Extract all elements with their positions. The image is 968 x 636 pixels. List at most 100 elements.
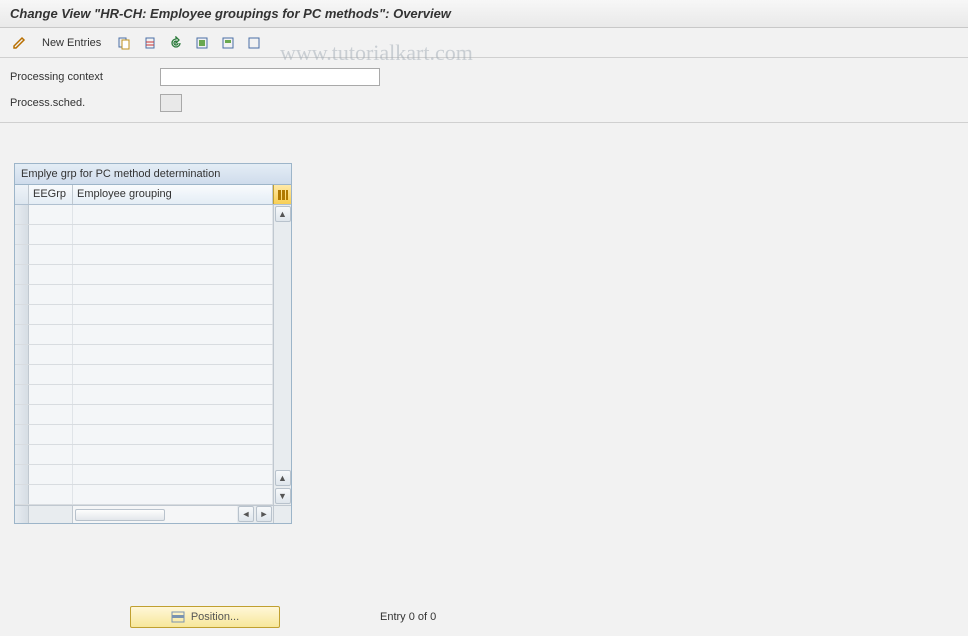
cell-grouping[interactable] xyxy=(73,425,273,444)
cell-eegrp[interactable] xyxy=(29,225,73,244)
table-row[interactable] xyxy=(15,385,273,405)
cell-grouping[interactable] xyxy=(73,345,273,364)
position-icon xyxy=(171,611,185,623)
footer-bar: Position... Entry 0 of 0 xyxy=(0,606,968,628)
cell-eegrp[interactable] xyxy=(29,365,73,384)
copy-button[interactable] xyxy=(113,32,135,54)
cell-eegrp[interactable] xyxy=(29,245,73,264)
row-selector[interactable] xyxy=(15,305,29,324)
cell-eegrp[interactable] xyxy=(29,325,73,344)
row-selector[interactable] xyxy=(15,405,29,424)
process-sched-label: Process.sched. xyxy=(10,97,160,109)
row-selector[interactable] xyxy=(15,265,29,284)
row-selector[interactable] xyxy=(15,225,29,244)
table-row[interactable] xyxy=(15,205,273,225)
cell-eegrp[interactable] xyxy=(29,445,73,464)
table-row[interactable] xyxy=(15,405,273,425)
cell-eegrp[interactable] xyxy=(29,285,73,304)
cell-eegrp[interactable] xyxy=(29,345,73,364)
deselect-all-button[interactable] xyxy=(243,32,265,54)
scroll-up-icon[interactable]: ▲ xyxy=(275,206,291,222)
table-row[interactable] xyxy=(15,445,273,465)
cell-eegrp[interactable] xyxy=(29,265,73,284)
vertical-scrollbar[interactable]: ▲ ▲ ▼ xyxy=(273,205,291,505)
table-row[interactable] xyxy=(15,325,273,345)
cell-grouping[interactable] xyxy=(73,385,273,404)
table-row[interactable] xyxy=(15,345,273,365)
position-button-label: Position... xyxy=(191,611,239,623)
row-select-all[interactable] xyxy=(15,185,29,204)
table-row[interactable] xyxy=(15,265,273,285)
grid-title: Emplye grp for PC method determination xyxy=(15,164,291,185)
cell-grouping[interactable] xyxy=(73,225,273,244)
cell-grouping[interactable] xyxy=(73,485,273,504)
row-selector[interactable] xyxy=(15,445,29,464)
cell-grouping[interactable] xyxy=(73,285,273,304)
processing-context-input[interactable] xyxy=(160,68,380,86)
cell-grouping[interactable] xyxy=(73,325,273,344)
cell-grouping[interactable] xyxy=(73,305,273,324)
cell-eegrp[interactable] xyxy=(29,385,73,404)
cell-grouping[interactable] xyxy=(73,245,273,264)
select-block-button[interactable] xyxy=(217,32,239,54)
toggle-edit-button[interactable] xyxy=(8,32,30,54)
scroll-down-icon[interactable]: ▼ xyxy=(275,488,291,504)
table-row[interactable] xyxy=(15,465,273,485)
grid-rows xyxy=(15,205,273,505)
cell-eegrp[interactable] xyxy=(29,305,73,324)
scroll-down-small-icon[interactable]: ▲ xyxy=(275,470,291,486)
new-entries-button[interactable]: New Entries xyxy=(34,34,109,52)
row-selector[interactable] xyxy=(15,325,29,344)
horizontal-scrollbar[interactable]: ◄ ► xyxy=(15,505,291,523)
cell-grouping[interactable] xyxy=(73,205,273,224)
row-selector[interactable] xyxy=(15,425,29,444)
cell-grouping[interactable] xyxy=(73,405,273,424)
table-settings-button[interactable] xyxy=(273,185,291,204)
cell-eegrp[interactable] xyxy=(29,465,73,484)
hscroll-corner xyxy=(273,506,291,523)
table-row[interactable] xyxy=(15,285,273,305)
hscroll-thumb[interactable] xyxy=(75,509,165,521)
cell-eegrp[interactable] xyxy=(29,425,73,444)
table-row[interactable] xyxy=(15,425,273,445)
cell-grouping[interactable] xyxy=(73,465,273,484)
cell-grouping[interactable] xyxy=(73,445,273,464)
table-row[interactable] xyxy=(15,225,273,245)
grid-container: Emplye grp for PC method determination E… xyxy=(14,163,292,524)
hscroll-empty xyxy=(29,506,73,523)
undo-button[interactable] xyxy=(165,32,187,54)
cell-eegrp[interactable] xyxy=(29,485,73,504)
position-button[interactable]: Position... xyxy=(130,606,280,628)
grid-body: ▲ ▲ ▼ xyxy=(15,205,291,505)
table-row[interactable] xyxy=(15,485,273,505)
row-selector[interactable] xyxy=(15,485,29,504)
row-selector[interactable] xyxy=(15,345,29,364)
select-all-button[interactable] xyxy=(191,32,213,54)
table-row[interactable] xyxy=(15,245,273,265)
entry-count-text: Entry 0 of 0 xyxy=(380,611,436,623)
column-header-grouping[interactable]: Employee grouping xyxy=(73,185,273,204)
row-selector[interactable] xyxy=(15,285,29,304)
process-sched-input[interactable] xyxy=(160,94,182,112)
hscroll-spacer xyxy=(15,506,29,523)
column-header-eegrp[interactable]: EEGrp xyxy=(29,185,73,204)
scroll-left-icon[interactable]: ◄ xyxy=(238,506,254,522)
cell-eegrp[interactable] xyxy=(29,405,73,424)
page-title: Change View "HR-CH: Employee groupings f… xyxy=(10,6,451,21)
hscroll-track[interactable] xyxy=(73,506,237,523)
row-selector[interactable] xyxy=(15,245,29,264)
row-selector[interactable] xyxy=(15,365,29,384)
table-row[interactable] xyxy=(15,305,273,325)
processing-context-label: Processing context xyxy=(10,71,160,83)
cell-eegrp[interactable] xyxy=(29,205,73,224)
scroll-right-icon[interactable]: ► xyxy=(256,506,272,522)
cell-grouping[interactable] xyxy=(73,365,273,384)
row-selector[interactable] xyxy=(15,205,29,224)
grid-header-row: EEGrp Employee grouping xyxy=(15,185,291,205)
cell-grouping[interactable] xyxy=(73,265,273,284)
table-row[interactable] xyxy=(15,365,273,385)
row-selector[interactable] xyxy=(15,465,29,484)
form-area: Processing context Process.sched. xyxy=(0,58,968,123)
row-selector[interactable] xyxy=(15,385,29,404)
delete-button[interactable] xyxy=(139,32,161,54)
